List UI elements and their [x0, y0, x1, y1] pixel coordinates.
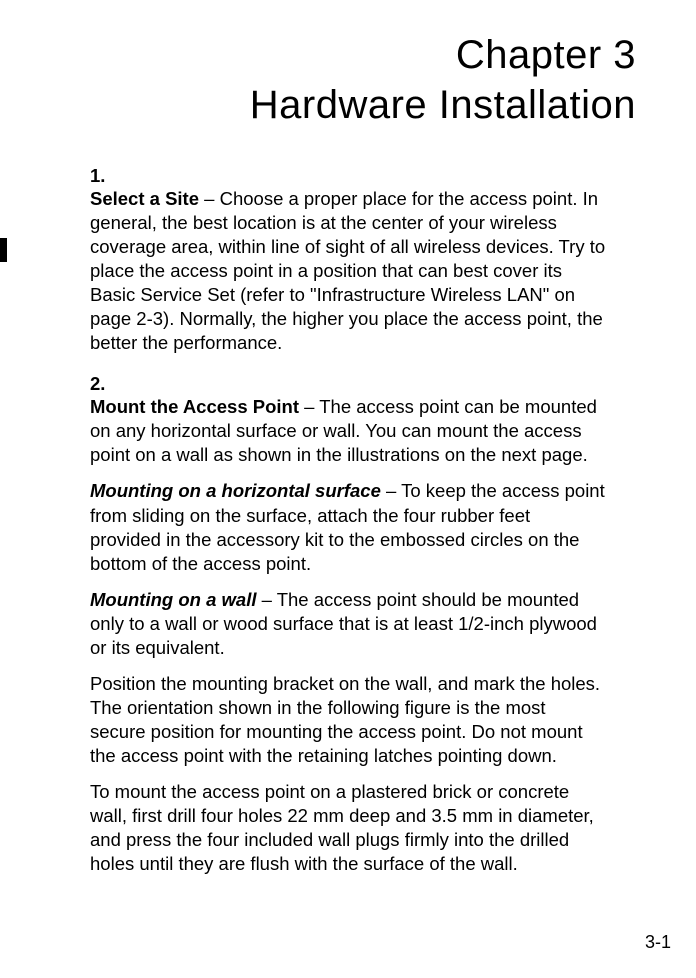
chapter-heading: Chapter 3 Hardware Installation — [90, 30, 636, 130]
sub-sep: – — [381, 480, 401, 501]
item-text: Choose a proper place for the access poi… — [90, 188, 605, 353]
sub-title: Mounting on a wall — [90, 589, 256, 610]
change-bar — [0, 238, 7, 262]
ordered-list: 1. Select a Site – Choose a proper place… — [90, 165, 636, 876]
chapter-number: Chapter 3 — [456, 33, 636, 77]
item-sep: – — [199, 188, 220, 209]
sub-paragraph: Position the mounting bracket on the wal… — [90, 672, 606, 768]
sub-paragraph: To mount the access point on a plastered… — [90, 780, 606, 876]
sub-text: Position the mounting bracket on the wal… — [90, 673, 600, 766]
item-title: Select a Site — [90, 188, 199, 209]
page-content: Chapter 3 Hardware Installation 1. Selec… — [0, 0, 696, 876]
item-body: Mount the Access Point – The access poin… — [90, 395, 606, 876]
sub-title: Mounting on a horizontal surface — [90, 480, 381, 501]
chapter-title: Hardware Installation — [250, 83, 636, 127]
sub-sep: – — [256, 589, 276, 610]
item-number: 1. — [90, 165, 116, 187]
item-title: Mount the Access Point — [90, 396, 299, 417]
item-body: Select a Site – Choose a proper place fo… — [90, 187, 606, 355]
list-item: 1. Select a Site – Choose a proper place… — [90, 165, 636, 355]
item-sep: – — [299, 396, 319, 417]
sub-paragraph: Mounting on a wall – The access point sh… — [90, 588, 606, 660]
item-number: 2. — [90, 373, 116, 395]
sub-text: To mount the access point on a plastered… — [90, 781, 594, 874]
page-number: 3-1 — [645, 932, 671, 953]
sub-paragraph: Mounting on a horizontal surface – To ke… — [90, 479, 606, 575]
list-item: 2. Mount the Access Point – The access p… — [90, 373, 636, 876]
